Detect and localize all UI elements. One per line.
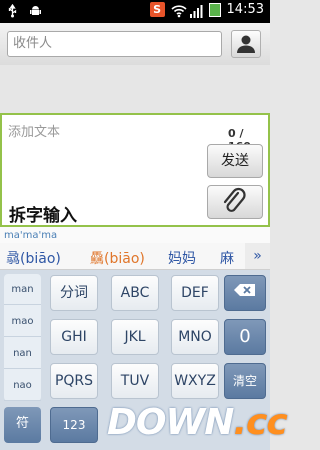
numeric-key[interactable]: 123: [50, 407, 98, 443]
key-ghi[interactable]: GHI: [50, 319, 98, 355]
candidate-3[interactable]: 妈妈: [168, 248, 196, 268]
key-abc[interactable]: ABC: [111, 275, 159, 311]
message-input-placeholder: 添加文本: [8, 125, 61, 140]
status-bar: S 14:53: [0, 0, 270, 23]
signal-icon: [189, 3, 203, 18]
key-zero[interactable]: 0: [224, 319, 266, 355]
candidate-2[interactable]: 驫(biāo): [90, 248, 145, 268]
pinyin-option[interactable]: man: [4, 274, 41, 305]
paperclip-icon: [223, 187, 246, 212]
candidate-1[interactable]: 骉(biāo): [6, 248, 61, 268]
usb-icon: [6, 3, 19, 18]
android-icon: [29, 3, 42, 17]
key-jkl[interactable]: JKL: [111, 319, 159, 355]
battery-icon: [208, 2, 221, 17]
pinyin-option[interactable]: nao: [4, 370, 41, 401]
pinyin-options-column: man mao nan nao: [4, 274, 41, 401]
key-tuv[interactable]: TUV: [111, 363, 159, 399]
recipient-input[interactable]: 收件人: [7, 31, 222, 57]
contact-picker-button[interactable]: [231, 30, 261, 58]
watermark: DOWN.cc: [107, 402, 288, 443]
candidate-4[interactable]: 麻: [220, 248, 234, 268]
app-badge: S: [149, 2, 165, 17]
message-thread-area: [0, 65, 270, 113]
backspace-icon: [234, 284, 255, 296]
more-candidates-button[interactable]: »: [245, 243, 270, 269]
send-button[interactable]: 发送: [207, 144, 263, 178]
attach-button[interactable]: [207, 185, 263, 219]
candidate-bar: 骉(biāo) 驫(biāo) 妈妈 麻: [0, 243, 270, 270]
key-mno[interactable]: MNO: [171, 319, 219, 355]
key-wxyz[interactable]: WXYZ: [171, 363, 219, 399]
recipient-bar: 收件人: [0, 23, 270, 66]
compose-box[interactable]: 添加文本 0 / 160 发送 拆字输入: [0, 113, 270, 227]
key-segment[interactable]: 分词: [50, 275, 98, 311]
contact-icon: [237, 35, 255, 53]
symbol-key[interactable]: 符: [4, 407, 41, 443]
pinyin-option[interactable]: mao: [4, 306, 41, 337]
pinyin-composition: ma'ma'ma: [0, 227, 270, 243]
clear-key[interactable]: 清空: [224, 363, 266, 399]
pinyin-text: ma'ma'ma: [4, 230, 58, 241]
pinyin-option[interactable]: nan: [4, 338, 41, 369]
wifi-icon: [170, 3, 187, 17]
key-pqrs[interactable]: PQRS: [50, 363, 98, 399]
key-def[interactable]: DEF: [171, 275, 219, 311]
clock: 14:53: [226, 2, 264, 17]
feature-caption: 拆字输入: [9, 206, 77, 226]
backspace-key[interactable]: [224, 275, 266, 311]
